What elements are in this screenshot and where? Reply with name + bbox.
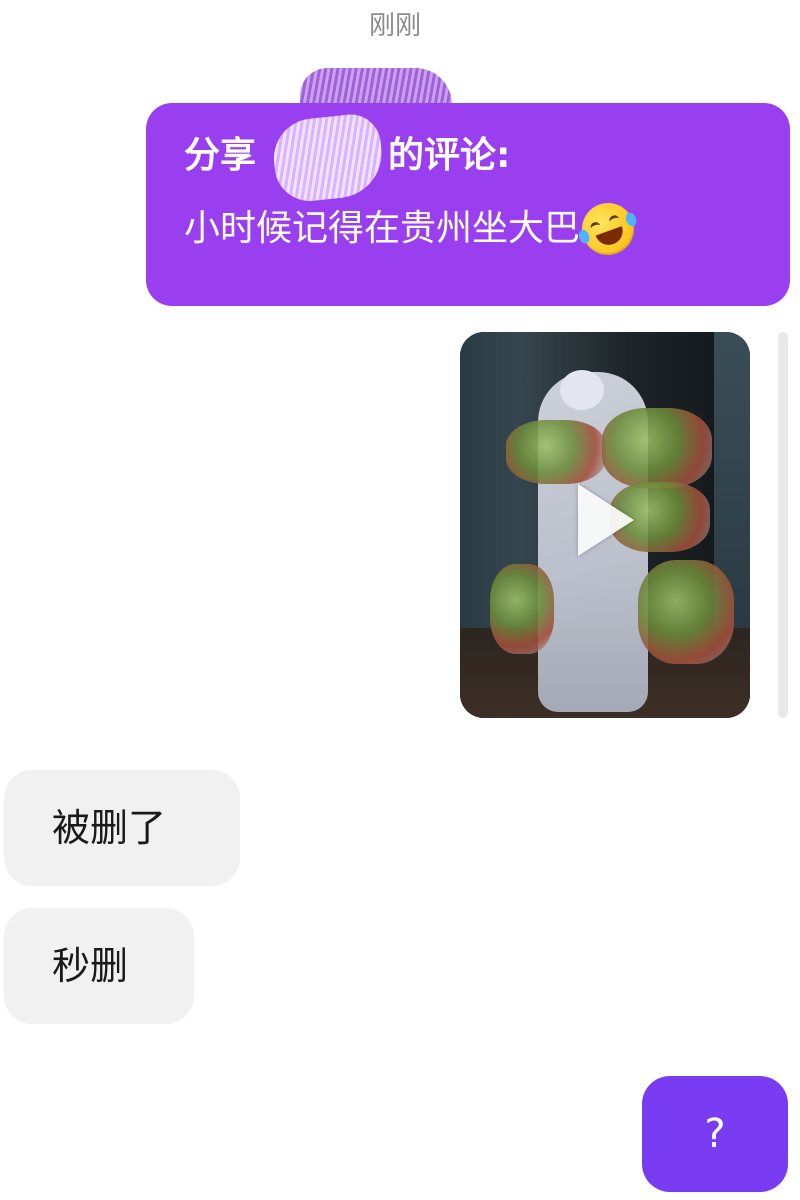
grocery-bag	[602, 408, 712, 488]
incoming-message-bubble[interactable]: 被删了	[4, 770, 240, 886]
grocery-bag	[506, 420, 606, 484]
message-timestamp: 刚刚	[368, 11, 421, 41]
grocery-bag	[638, 560, 734, 664]
shared-comment-text: 小时候记得在贵州坐大巴	[184, 208, 581, 249]
scrollbar[interactable]	[778, 332, 788, 718]
shared-comment-text-row: 小时候记得在贵州坐大巴	[184, 195, 790, 263]
grocery-bag	[490, 564, 554, 654]
share-title-suffix: 的评论:	[388, 135, 511, 176]
message-text: 被删了	[52, 806, 167, 850]
laughing-crying-emoji-icon	[574, 195, 642, 263]
outgoing-message-bubble[interactable]: ?	[642, 1076, 788, 1192]
shared-comment-title: 分享 的评论:	[184, 131, 790, 181]
shared-comment-bubble[interactable]: 分享 的评论: 小时候记得在贵州坐大巴	[146, 103, 790, 306]
incoming-message-bubble[interactable]: 秒删	[4, 908, 194, 1024]
message-text: 秒删	[52, 944, 129, 988]
play-icon[interactable]	[578, 484, 634, 556]
share-title-prefix: 分享	[184, 135, 257, 176]
message-text: ?	[704, 1111, 726, 1157]
redacted-username	[256, 131, 388, 181]
video-message-thumbnail[interactable]	[460, 332, 750, 718]
